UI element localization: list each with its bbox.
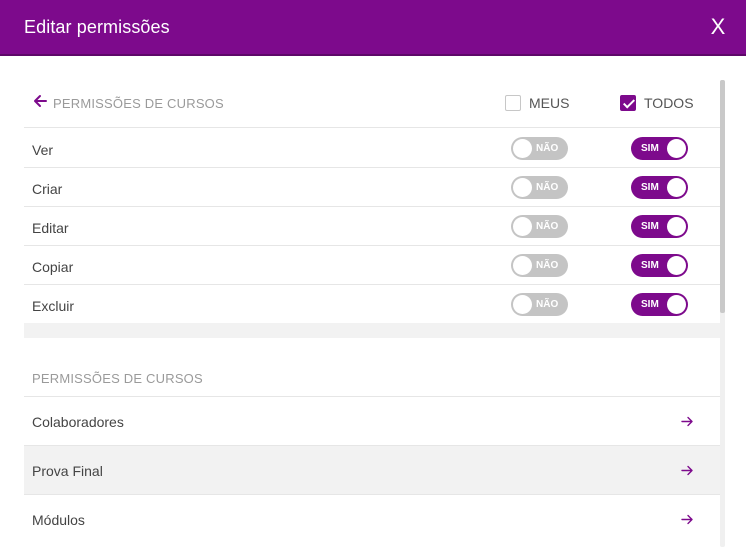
permission-label: Editar <box>32 220 69 236</box>
toggle-label: SIM <box>641 182 659 193</box>
meus-checkbox[interactable]: MEUS <box>505 95 569 111</box>
arrow-left-icon[interactable] <box>33 94 47 108</box>
arrow-right-icon <box>681 465 693 476</box>
arrow-right-icon <box>681 416 693 427</box>
nav-item-modulos[interactable]: Módulos <box>24 494 720 543</box>
permission-row-ver: Ver NÃO SIM <box>24 129 720 168</box>
toggle-knob <box>667 217 686 236</box>
subsection-title: PERMISSÕES DE CURSOS <box>32 371 203 386</box>
permission-label: Excluir <box>32 298 75 314</box>
close-icon[interactable]: X <box>708 16 728 38</box>
permission-row-copiar: Copiar NÃO SIM <box>24 246 720 285</box>
todos-checkbox-label: TODOS <box>644 95 694 111</box>
dialog-title: Editar permissões <box>24 16 170 37</box>
toggle-knob <box>667 139 686 158</box>
arrow-right-icon <box>681 514 693 525</box>
toggle-knob <box>513 217 532 236</box>
toggle-knob <box>513 295 532 314</box>
section-title: PERMISSÕES DE CURSOS <box>53 96 224 111</box>
permission-label: Copiar <box>32 259 74 275</box>
permission-label: Criar <box>32 181 63 197</box>
toggle-knob <box>667 295 686 314</box>
toggle-label: SIM <box>641 260 659 271</box>
todos-toggle[interactable]: SIM <box>631 176 688 199</box>
todos-checkbox-box[interactable] <box>620 95 636 111</box>
meus-toggle[interactable]: NÃO <box>511 215 568 238</box>
toggle-label: NÃO <box>536 182 559 193</box>
nav-item-colaboradores[interactable]: Colaboradores <box>24 396 720 445</box>
permission-row-editar: Editar NÃO SIM <box>24 207 720 246</box>
meus-toggle[interactable]: NÃO <box>511 176 568 199</box>
toggle-knob <box>513 256 532 275</box>
section-divider <box>24 323 720 338</box>
toggle-label: NÃO <box>536 221 559 232</box>
todos-toggle[interactable]: SIM <box>631 215 688 238</box>
todos-toggle[interactable]: SIM <box>631 137 688 160</box>
toggle-label: NÃO <box>536 260 559 271</box>
toggle-label: NÃO <box>536 143 559 154</box>
toggle-knob <box>513 139 532 158</box>
todos-toggle[interactable]: SIM <box>631 254 688 277</box>
dialog-header: Editar permissões X <box>0 0 746 56</box>
todos-checkbox[interactable]: TODOS <box>620 95 694 111</box>
permission-label: Ver <box>32 142 54 158</box>
nav-item-prova-final[interactable]: Prova Final <box>24 445 720 494</box>
todos-toggle[interactable]: SIM <box>631 293 688 316</box>
toggle-knob <box>513 178 532 197</box>
permission-row-excluir: Excluir NÃO SIM <box>24 285 720 324</box>
nav-item-label: Prova Final <box>32 463 103 479</box>
toggle-label: SIM <box>641 299 659 310</box>
meus-checkbox-box[interactable] <box>505 95 521 111</box>
toggle-knob <box>667 178 686 197</box>
meus-toggle[interactable]: NÃO <box>511 137 568 160</box>
toggle-knob <box>667 256 686 275</box>
permission-row-criar: Criar NÃO SIM <box>24 168 720 207</box>
nav-item-label: Módulos <box>32 512 85 528</box>
meus-toggle[interactable]: NÃO <box>511 293 568 316</box>
toggle-label: SIM <box>641 143 659 154</box>
meus-toggle[interactable]: NÃO <box>511 254 568 277</box>
scrollbar[interactable] <box>720 80 725 547</box>
meus-checkbox-label: MEUS <box>529 95 570 111</box>
toggle-label: SIM <box>641 221 659 232</box>
nav-item-label: Colaboradores <box>32 414 124 430</box>
scrollbar-thumb[interactable] <box>720 80 725 313</box>
sub-permissions-list: Colaboradores Prova Final Módulos <box>24 396 720 543</box>
permissions-header: PERMISSÕES DE CURSOS MEUS TODOS <box>24 80 720 128</box>
toggle-label: NÃO <box>536 299 559 310</box>
